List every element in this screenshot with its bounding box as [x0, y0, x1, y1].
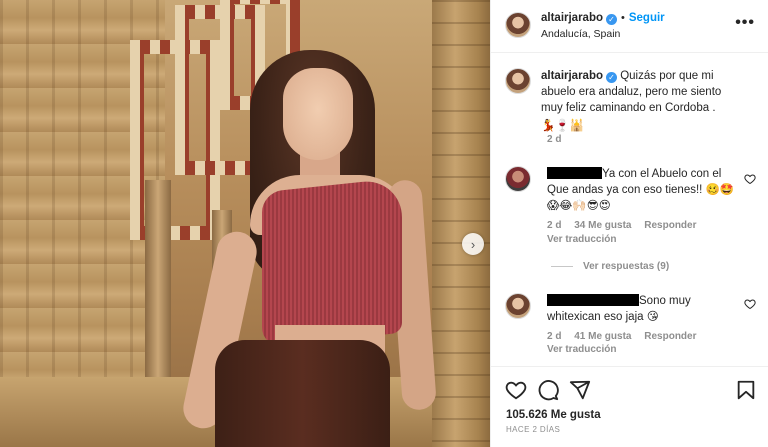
- redacted-username: [547, 294, 639, 306]
- comment-likes[interactable]: 41 Me gusta: [574, 331, 631, 342]
- comment-emojis: 😱😂🙌🏻😎😍: [547, 200, 611, 212]
- post-side-panel: altairjarabo ✓ • Seguir Andalucía, Spain ••…: [490, 0, 768, 447]
- person-face: [283, 68, 353, 160]
- verified-icon: ✓: [606, 72, 617, 83]
- comment-meta: 2 d 34 Me gusta Responder: [547, 220, 707, 231]
- username-link[interactable]: altairjarabo: [541, 12, 603, 24]
- heart-icon[interactable]: [505, 379, 527, 401]
- caption-time: 2 d: [547, 134, 562, 145]
- comment-meta: 2 d 41 Me gusta Responder: [547, 331, 707, 342]
- caption: altairjarabo ✓ Quizás por que mi abuelo e…: [541, 68, 746, 134]
- comment-time: 2 d: [547, 220, 562, 231]
- view-replies-button[interactable]: Ver respuestas (9): [551, 261, 669, 272]
- post-date: HACE 2 DÍAS: [506, 425, 561, 434]
- redacted-username: [547, 167, 602, 179]
- heart-icon[interactable]: [744, 298, 756, 310]
- see-translation-link[interactable]: Ver traducción: [547, 234, 616, 245]
- person-top: [262, 177, 402, 348]
- bookmark-icon[interactable]: [735, 379, 757, 401]
- verified-icon: ✓: [606, 14, 617, 25]
- avatar[interactable]: [505, 166, 531, 192]
- share-icon[interactable]: [569, 379, 591, 401]
- avatar[interactable]: [505, 12, 531, 38]
- avatar[interactable]: [505, 68, 531, 94]
- action-bar: 105.626 Me gusta HACE 2 DÍAS: [491, 366, 768, 446]
- reply-button[interactable]: Responder: [644, 220, 696, 231]
- post-header: altairjarabo ✓ • Seguir Andalucía, Spain ••…: [491, 0, 768, 53]
- likes-count[interactable]: 105.626 Me gusta: [506, 409, 601, 421]
- separator-dot: •: [621, 12, 625, 24]
- comment: Sono muy whitexican eso jaja 😘: [547, 293, 737, 325]
- comment-likes[interactable]: 34 Me gusta: [574, 220, 631, 231]
- comment-icon[interactable]: [537, 379, 559, 401]
- follow-button[interactable]: Seguir: [629, 12, 665, 24]
- person-pants: [215, 340, 390, 447]
- comment-time: 2 d: [547, 331, 562, 342]
- more-icon[interactable]: •••: [735, 14, 755, 32]
- caption-username[interactable]: altairjarabo: [541, 70, 603, 82]
- comment: Ya con el Abuelo con el Que andas ya con…: [547, 166, 737, 214]
- chevron-right-icon[interactable]: ›: [462, 233, 484, 255]
- avatar[interactable]: [505, 293, 531, 319]
- caption-emojis: 💃🍷🕌: [541, 120, 584, 132]
- pillar: [432, 0, 490, 447]
- location-link[interactable]: Andalucía, Spain: [541, 28, 620, 40]
- heart-icon[interactable]: [744, 173, 756, 185]
- see-translation-link[interactable]: Ver traducción: [547, 344, 616, 355]
- post-photo[interactable]: ›: [0, 0, 490, 447]
- reply-button[interactable]: Responder: [644, 331, 696, 342]
